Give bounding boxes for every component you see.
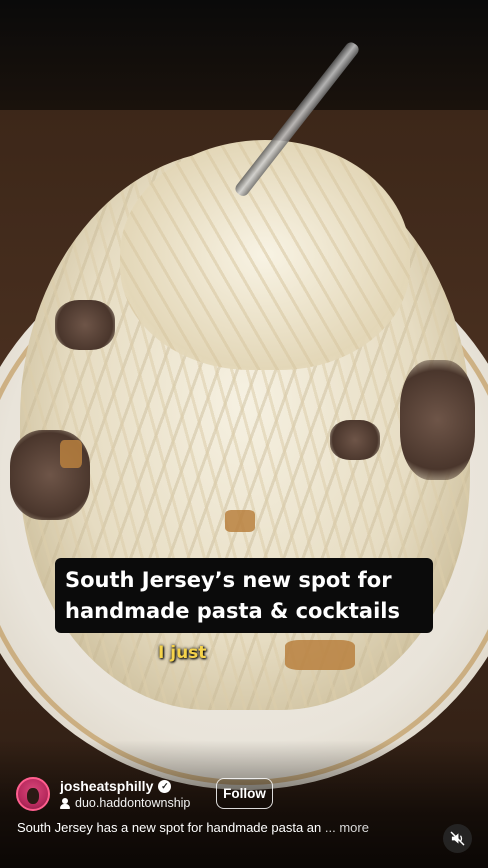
live-subtitle: I just — [158, 643, 207, 663]
video-frame-mushroom — [330, 420, 380, 460]
video-frame-mushroom — [55, 300, 115, 350]
video-frame-mushroom — [400, 360, 475, 480]
video-frame-backdrop — [0, 0, 488, 110]
collaborator-name[interactable]: duo.haddontownship — [75, 796, 190, 810]
author-username[interactable]: josheatsphilly — [60, 778, 153, 794]
video-caption-overlay: South Jersey’s new spot for handmade pas… — [55, 558, 433, 633]
person-icon — [60, 797, 70, 809]
collaborator-row[interactable]: duo.haddontownship — [60, 796, 190, 810]
mute-button[interactable] — [443, 824, 472, 853]
caption-line-1: South Jersey’s new spot for — [65, 567, 392, 592]
speaker-muted-icon — [450, 831, 465, 846]
author-avatar[interactable] — [16, 777, 50, 811]
post-description[interactable]: South Jersey has a new spot for handmade… — [17, 820, 369, 835]
avatar-photo — [27, 788, 39, 804]
description-text: South Jersey has a new spot for handmade… — [17, 820, 322, 835]
reel-video[interactable]: South Jersey’s new spot for handmade pas… — [0, 0, 488, 868]
follow-button[interactable]: Follow — [216, 778, 273, 809]
video-frame-pasta-twirl — [120, 140, 410, 370]
caption-line-2: handmade pasta & cocktails — [65, 598, 400, 623]
more-link[interactable]: ... more — [325, 820, 369, 835]
video-frame-crouton — [285, 640, 355, 670]
video-frame-crouton — [225, 510, 255, 532]
video-frame-crouton — [60, 440, 82, 468]
author-username-row[interactable]: josheatsphilly ✓ — [60, 778, 172, 794]
verified-badge-icon: ✓ — [158, 779, 172, 793]
